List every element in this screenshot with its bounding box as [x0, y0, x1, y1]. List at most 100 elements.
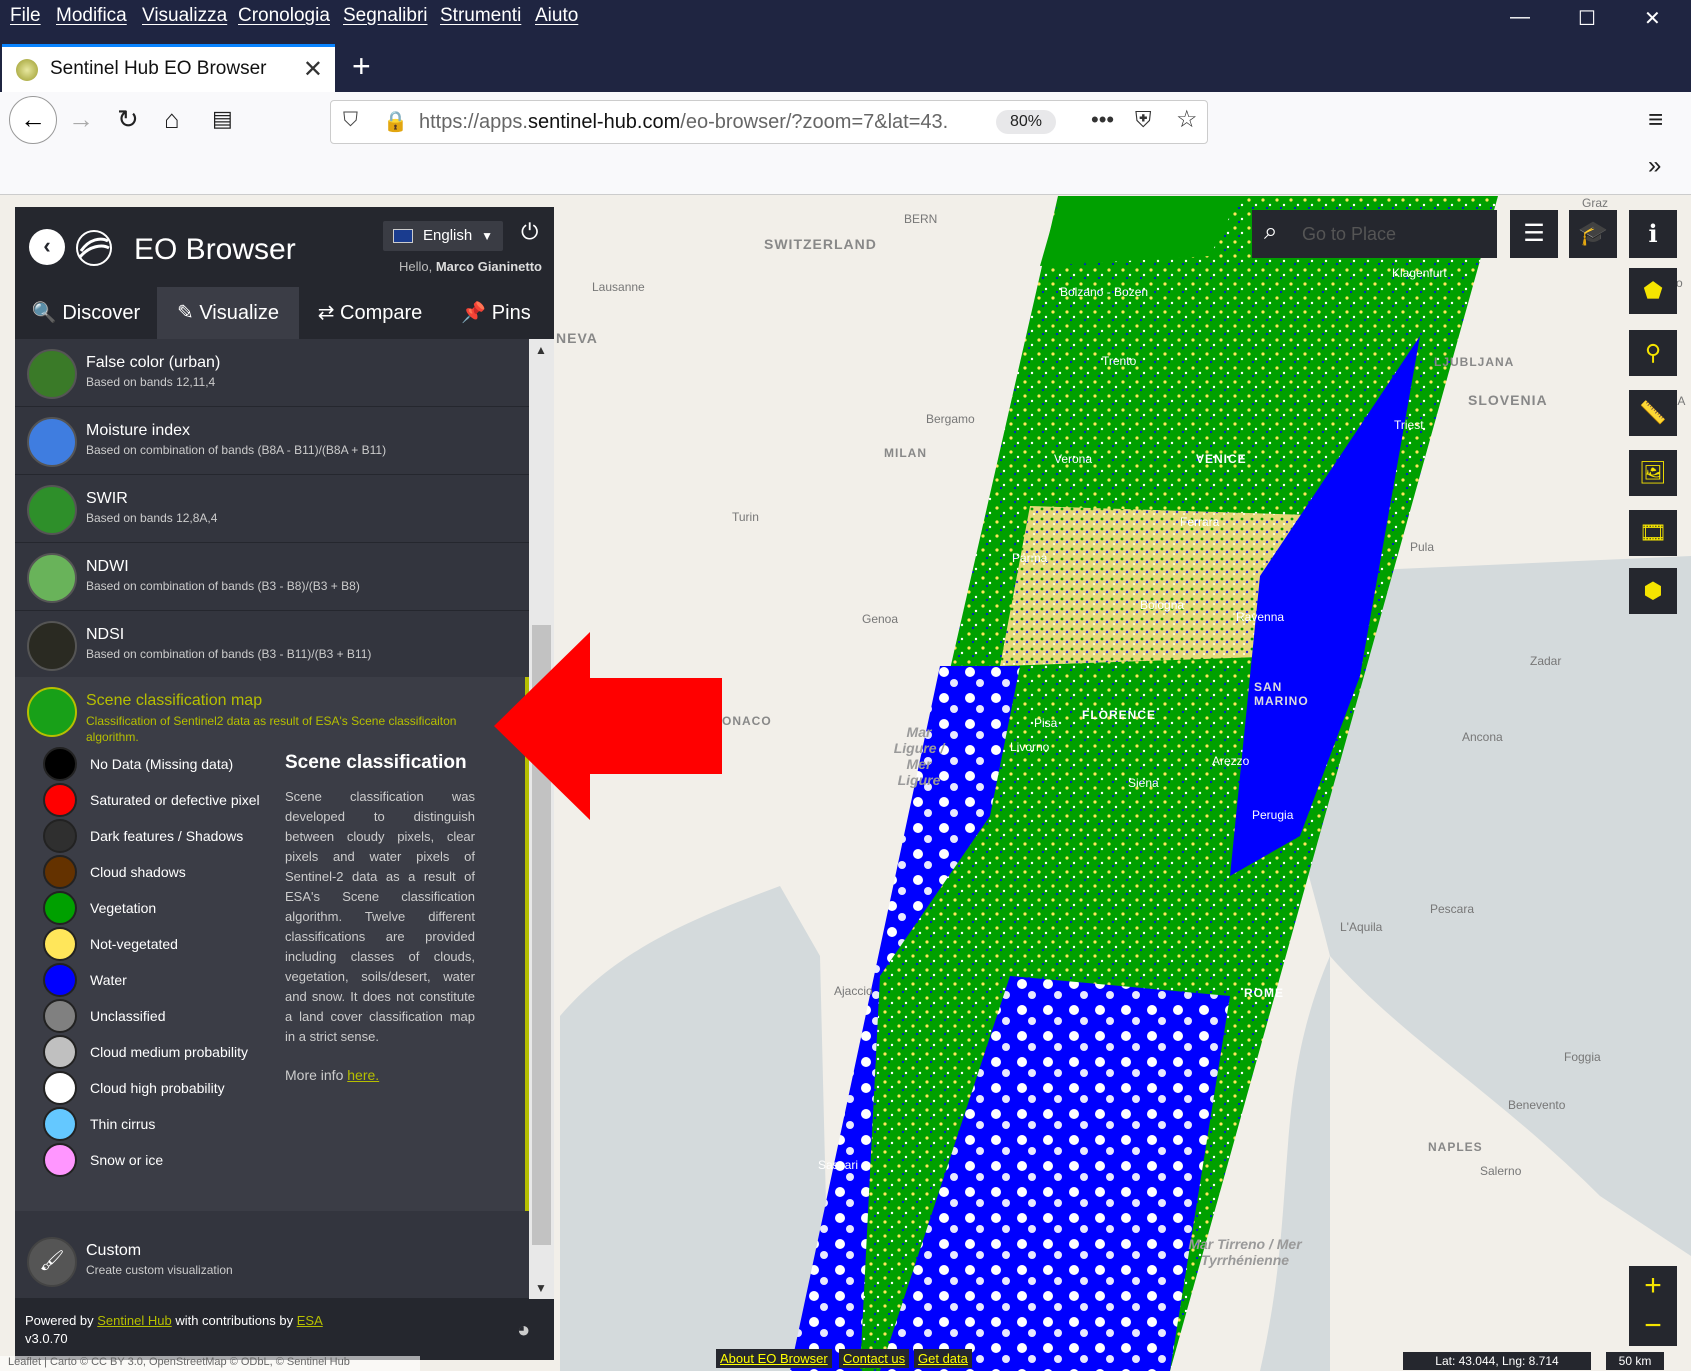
search-input[interactable]: Go to Place: [1302, 224, 1396, 245]
layer-item[interactable]: SWIR Based on bands 12,8A,4: [15, 475, 529, 543]
more-actions-icon[interactable]: •••: [1091, 107, 1114, 133]
red-arrow-annotation: [494, 632, 722, 820]
language-select[interactable]: English ▼: [383, 221, 503, 251]
poi-marker-icon[interactable]: ⚲: [1629, 330, 1677, 376]
map-label: MILAN: [884, 446, 927, 460]
menu-strumenti[interactable]: Strumenti: [440, 5, 521, 27]
caret-down-icon: ▼: [481, 229, 493, 243]
scroll-down-icon[interactable]: ▼: [535, 1281, 547, 1295]
scene-classification-text: Scene classification was developed to di…: [285, 789, 475, 1044]
layers-icon[interactable]: ☰: [1510, 210, 1558, 258]
tab-discover[interactable]: 🔍 Discover: [15, 287, 157, 339]
print-button[interactable]: ▤: [212, 106, 233, 132]
url-text[interactable]: https://apps.sentinel-hub.com/eo-browser…: [419, 111, 948, 134]
map-label: Perugia: [1252, 808, 1294, 822]
more-info-link[interactable]: here.: [347, 1067, 379, 1083]
map-label: Trento: [1102, 354, 1137, 368]
url-bar[interactable]: ⛉ 🔒 https://apps.sentinel-hub.com/eo-bro…: [330, 100, 1208, 144]
home-button[interactable]: ⌂: [164, 104, 180, 135]
collapse-panel-button[interactable]: ‹: [29, 229, 65, 265]
timelapse-icon[interactable]: 🎞: [1629, 510, 1677, 556]
menu-modifica[interactable]: Modifica: [56, 5, 127, 27]
map-label: ONACO: [722, 714, 772, 728]
education-icon[interactable]: 🎓: [1569, 210, 1617, 258]
info-icon[interactable]: i: [1629, 210, 1677, 258]
sentinel-hub-link[interactable]: Sentinel Hub: [97, 1313, 171, 1328]
layer-item[interactable]: NDSI Based on combination of bands (B3 -…: [15, 611, 529, 679]
menu-cronologia[interactable]: Cronologia: [238, 5, 330, 27]
minimize-icon[interactable]: —: [1510, 6, 1530, 29]
bookmark-star-icon[interactable]: ☆: [1176, 105, 1198, 134]
lock-icon[interactable]: 🔒: [383, 109, 408, 134]
shield-icon[interactable]: ⛉: [343, 109, 358, 132]
sea-label: Mar Ligure / Mer Ligure: [893, 724, 945, 788]
zoom-in-button[interactable]: +: [1629, 1266, 1677, 1306]
map-label: Zadar: [1530, 654, 1562, 668]
selected-layer-scene-classification[interactable]: Scene classification map Classification …: [15, 677, 529, 1211]
back-button[interactable]: ←: [9, 96, 57, 144]
tab-compare[interactable]: ⇄ Compare: [299, 287, 441, 339]
language-label: English: [423, 227, 473, 244]
map-label: SWITZERLAND: [764, 236, 877, 252]
forward-button[interactable]: →: [68, 104, 94, 135]
legend-label: Water: [90, 972, 127, 988]
power-icon[interactable]: ⏻: [521, 219, 538, 245]
eo-logo-small-icon[interactable]: ◕: [517, 1317, 530, 1343]
layer-item[interactable]: Moisture index Based on combination of b…: [15, 407, 529, 475]
map-label: NEVA: [556, 330, 598, 346]
close-tab-icon[interactable]: ✕: [303, 55, 323, 84]
esa-link[interactable]: ESA: [297, 1313, 323, 1328]
contact-link[interactable]: Contact us: [839, 1349, 910, 1368]
place-search[interactable]: ⌕ Go to Place: [1252, 210, 1497, 258]
map-label: SAN MARINO: [1254, 680, 1309, 708]
layer-title: NDSI: [86, 626, 125, 643]
layer-description: Based on bands 12,11,4: [86, 375, 216, 389]
3d-cube-icon[interactable]: ⬢: [1629, 568, 1677, 614]
layer-item-custom[interactable]: 🖌 Custom Create custom visualization: [15, 1227, 529, 1299]
layer-item[interactable]: NDWI Based on combination of bands (B3 -…: [15, 543, 529, 611]
layer-thumbnail: [27, 349, 77, 399]
maximize-icon[interactable]: ☐: [1578, 6, 1596, 31]
measure-icon[interactable]: 📏: [1629, 390, 1677, 436]
close-window-icon[interactable]: ✕: [1644, 6, 1661, 31]
new-tab-button[interactable]: +: [352, 48, 371, 85]
sentinel-favicon-icon: [16, 59, 38, 81]
legend-label: Dark features / Shadows: [90, 828, 244, 844]
pocket-icon[interactable]: ⛨: [1135, 107, 1152, 133]
browser-tab[interactable]: Sentinel Hub EO Browser ✕: [2, 44, 335, 92]
polygon-tool-icon[interactable]: ⬟: [1629, 268, 1677, 314]
menu-aiuto[interactable]: Aiuto: [535, 5, 578, 27]
reload-button[interactable]: ↻: [117, 104, 139, 135]
zoom-level[interactable]: 80%: [996, 110, 1056, 134]
panel-footer: Powered by Sentinel Hub with contributio…: [15, 1299, 554, 1360]
attribution: Leaflet | Carto © CC BY 3.0, OpenStreetM…: [0, 1356, 420, 1371]
sea-label: Mar Tirreno / Mer Tyrrhénienne: [1188, 1236, 1302, 1268]
menu-visualizza[interactable]: Visualizza: [142, 5, 227, 27]
swath-alps: [1040, 196, 1240, 266]
greeting: Hello, Marco Gianinetto: [398, 259, 542, 274]
uk-flag-icon: [393, 229, 413, 243]
layer-title: Custom: [86, 1242, 142, 1259]
layer-item[interactable]: False color (urban) Based on bands 12,11…: [15, 339, 529, 407]
menu-bar: File Modifica Visualizza Cronologia Segn…: [0, 0, 1691, 40]
app-title: EO Browser: [134, 233, 296, 266]
about-link[interactable]: About EO Browser: [716, 1349, 832, 1368]
menu-file[interactable]: File: [10, 5, 41, 27]
overflow-chevron-icon[interactable]: »: [1648, 152, 1661, 180]
hamburger-menu-icon[interactable]: ≡: [1648, 104, 1663, 135]
layer-title: Moisture index: [86, 422, 191, 439]
image-download-icon[interactable]: 🖼: [1629, 450, 1677, 496]
scroll-up-icon[interactable]: ▲: [535, 343, 547, 357]
legend-swatch: [43, 855, 77, 889]
tab-visualize[interactable]: ✎ Visualize: [157, 287, 299, 339]
tab-pins[interactable]: 📌 Pins: [441, 287, 551, 339]
powered-by: Powered by Sentinel Hub with contributio…: [25, 1313, 323, 1328]
search-icon[interactable]: ⌕: [1264, 218, 1277, 246]
zoom-out-button[interactable]: −: [1629, 1306, 1677, 1346]
map-label: Bergamo: [926, 412, 975, 426]
get-data-link[interactable]: Get data: [914, 1349, 972, 1368]
scale-bar: 50 km: [1606, 1352, 1664, 1370]
legend-swatch: [43, 783, 77, 817]
menu-segnalibri[interactable]: Segnalibri: [343, 5, 428, 27]
legend-swatch: [43, 927, 77, 961]
